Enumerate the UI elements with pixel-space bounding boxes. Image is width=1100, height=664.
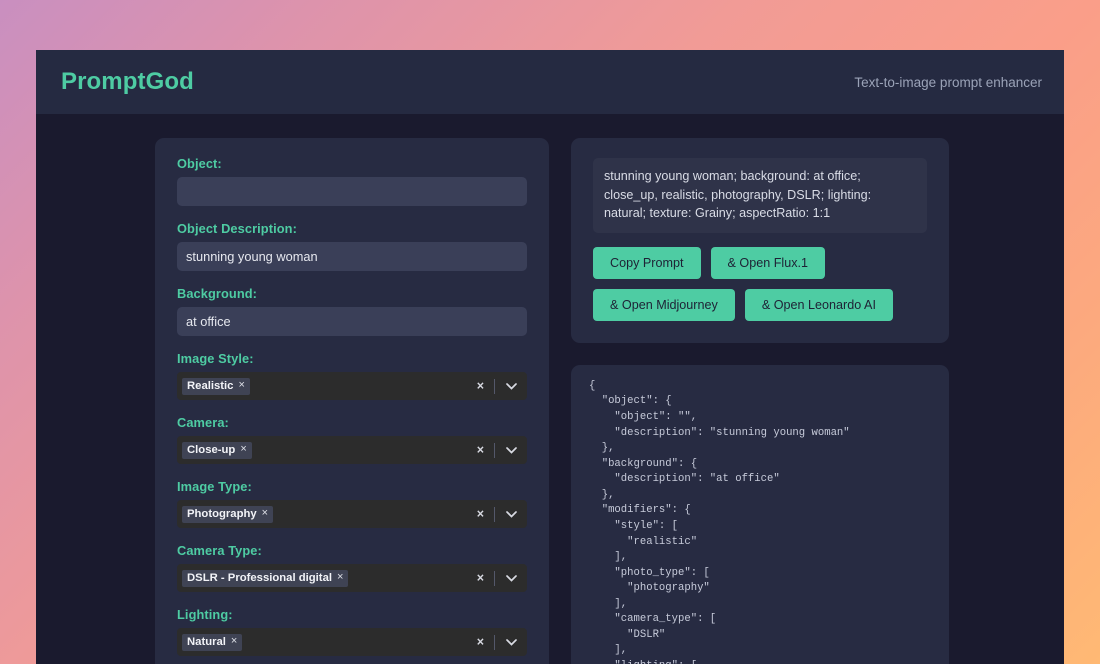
field-label-camera: Camera: [177, 415, 527, 430]
tag-remove-icon[interactable]: × [231, 636, 237, 647]
field-image-style: Image Style: Realistic × × [177, 351, 527, 400]
field-image-type: Image Type: Photography × × [177, 479, 527, 528]
chevron-down-icon[interactable] [495, 511, 527, 518]
tag-remove-icon[interactable]: × [337, 572, 343, 583]
field-label-background: Background: [177, 286, 527, 301]
object-input[interactable] [177, 177, 527, 206]
prompt-builder-form: Object: Object Description: Background: … [155, 138, 549, 664]
multiselect-controls: × [467, 500, 527, 528]
field-camera-type: Camera Type: DSLR - Professional digital… [177, 543, 527, 592]
chevron-down-icon[interactable] [495, 575, 527, 582]
prompt-action-buttons: Copy Prompt & Open Flux.1 & Open Midjour… [593, 247, 927, 321]
clear-selection-icon[interactable]: × [467, 444, 494, 457]
tag[interactable]: Realistic × [182, 378, 250, 395]
image-style-multiselect[interactable]: Realistic × × [177, 372, 527, 400]
clear-selection-icon[interactable]: × [467, 572, 494, 585]
selected-tags: Realistic × [182, 378, 467, 395]
tag-label: Close-up [187, 444, 235, 456]
field-background: Background: [177, 286, 527, 336]
open-midjourney-button[interactable]: & Open Midjourney [593, 289, 735, 321]
multiselect-controls: × [467, 628, 527, 656]
selected-tags: DSLR - Professional digital × [182, 570, 467, 587]
tag-label: Natural [187, 636, 226, 648]
chevron-down-icon[interactable] [495, 447, 527, 454]
field-label-lighting: Lighting: [177, 607, 527, 622]
object-description-input[interactable] [177, 242, 527, 271]
field-label-object-description: Object Description: [177, 221, 527, 236]
selected-tags: Natural × [182, 634, 467, 651]
header-tagline: Text-to-image prompt enhancer [854, 75, 1042, 90]
camera-multiselect[interactable]: Close-up × × [177, 436, 527, 464]
multiselect-controls: × [467, 372, 527, 400]
app-header: PromptGod Text-to-image prompt enhancer [36, 50, 1064, 114]
copy-prompt-button[interactable]: Copy Prompt [593, 247, 701, 279]
tag-remove-icon[interactable]: × [238, 380, 244, 391]
tag[interactable]: Close-up × [182, 442, 252, 459]
chevron-down-icon[interactable] [495, 639, 527, 646]
multiselect-controls: × [467, 436, 527, 464]
json-output-text: { "object": { "object": "", "description… [589, 379, 931, 664]
generated-prompt-text: stunning young woman; background: at off… [593, 158, 927, 233]
tag[interactable]: Natural × [182, 634, 242, 651]
tag-remove-icon[interactable]: × [262, 508, 268, 519]
field-object: Object: [177, 156, 527, 206]
field-lighting: Lighting: Natural × × [177, 607, 527, 656]
camera-type-multiselect[interactable]: DSLR - Professional digital × × [177, 564, 527, 592]
brand-title: PromptGod [61, 68, 194, 96]
multiselect-controls: × [467, 564, 527, 592]
right-column: stunning young woman; background: at off… [571, 138, 949, 664]
chevron-down-icon[interactable] [495, 383, 527, 390]
selected-tags: Photography × [182, 506, 467, 523]
app-body: Object: Object Description: Background: … [36, 114, 1064, 664]
tag-label: DSLR - Professional digital [187, 572, 332, 584]
selected-tags: Close-up × [182, 442, 467, 459]
field-label-camera-type: Camera Type: [177, 543, 527, 558]
field-label-image-type: Image Type: [177, 479, 527, 494]
tag-label: Realistic [187, 380, 233, 392]
left-column: Object: Object Description: Background: … [155, 138, 549, 664]
json-output-card: { "object": { "object": "", "description… [571, 365, 949, 664]
prompt-output-card: stunning young woman; background: at off… [571, 138, 949, 343]
clear-selection-icon[interactable]: × [467, 508, 494, 521]
image-type-multiselect[interactable]: Photography × × [177, 500, 527, 528]
open-flux-button[interactable]: & Open Flux.1 [711, 247, 826, 279]
clear-selection-icon[interactable]: × [467, 636, 494, 649]
tag[interactable]: Photography × [182, 506, 273, 523]
background-input[interactable] [177, 307, 527, 336]
app-window: PromptGod Text-to-image prompt enhancer … [36, 50, 1064, 664]
field-label-object: Object: [177, 156, 527, 171]
field-object-description: Object Description: [177, 221, 527, 271]
lighting-multiselect[interactable]: Natural × × [177, 628, 527, 656]
tag[interactable]: DSLR - Professional digital × [182, 570, 348, 587]
open-leonardo-button[interactable]: & Open Leonardo AI [745, 289, 893, 321]
field-camera: Camera: Close-up × × [177, 415, 527, 464]
tag-remove-icon[interactable]: × [240, 444, 246, 455]
tag-label: Photography [187, 508, 257, 520]
clear-selection-icon[interactable]: × [467, 380, 494, 393]
field-label-image-style: Image Style: [177, 351, 527, 366]
